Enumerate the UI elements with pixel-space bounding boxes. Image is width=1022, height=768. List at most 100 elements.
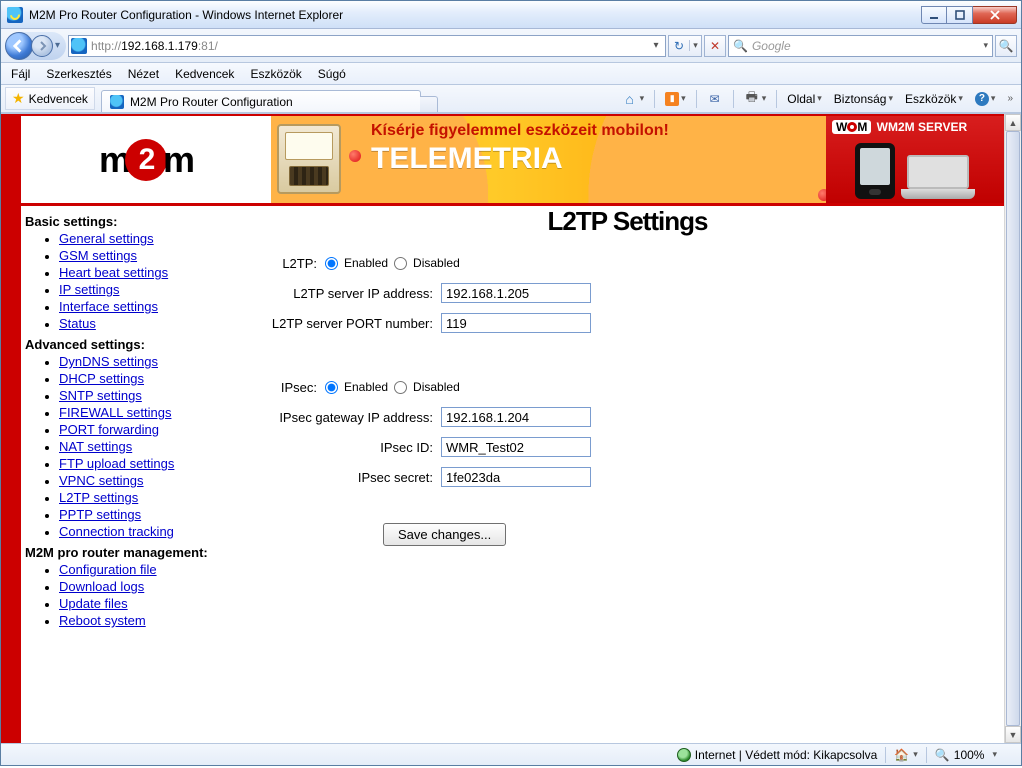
sidebar-link-advanced-0[interactable]: DynDNS settings <box>59 354 158 369</box>
sidebar-link-basic-2[interactable]: Heart beat settings <box>59 265 168 280</box>
menu-file[interactable]: Fájl <box>5 65 36 83</box>
safety-menu-button[interactable]: Biztonság ▾ <box>830 90 897 108</box>
sidebar-item: L2TP settings <box>59 490 267 505</box>
l2tp-server-ip-label: L2TP server IP address: <box>271 286 441 301</box>
help-button[interactable]: ?▾ <box>971 90 1000 108</box>
status-zone-text: Internet | Védett mód: Kikapcsolva <box>695 748 878 762</box>
scroll-down-button[interactable]: ▼ <box>1005 726 1021 743</box>
zoom-icon: 🔍 <box>935 748 950 762</box>
ipsec-enabled-radio[interactable] <box>325 381 338 394</box>
zoom-control[interactable]: 🔍 100% ▾ <box>927 748 1005 762</box>
search-go-button[interactable]: 🔍 <box>995 35 1017 57</box>
l2tp-enabled-label: Enabled <box>344 256 388 270</box>
menu-tools[interactable]: Eszközök <box>244 65 307 83</box>
sidebar-link-basic-3[interactable]: IP settings <box>59 282 119 297</box>
menu-edit[interactable]: Szerkesztés <box>40 65 117 83</box>
tab-title: M2M Pro Router Configuration <box>130 95 293 109</box>
sidebar-heading-mgmt: M2M pro router management: <box>25 545 267 560</box>
sidebar-link-mgmt-3[interactable]: Reboot system <box>59 613 146 628</box>
menu-view[interactable]: Nézet <box>122 65 165 83</box>
protected-mode-button[interactable]: 🏠 ▾ <box>886 748 925 762</box>
l2tp-server-ip-input[interactable] <box>441 283 591 303</box>
stop-button[interactable]: ✕ <box>704 35 726 57</box>
resize-grip[interactable] <box>1005 749 1021 761</box>
address-bar[interactable]: http://192.168.1.179:81/ ▾ <box>68 35 666 57</box>
search-provider-dropdown[interactable]: ▾ <box>983 40 988 51</box>
sidebar-link-advanced-7[interactable]: VPNC settings <box>59 473 144 488</box>
sidebar-item: PPTP settings <box>59 507 267 522</box>
sidebar-link-basic-0[interactable]: General settings <box>59 231 154 246</box>
red-dot-icon <box>818 189 826 201</box>
sidebar-item: Interface settings <box>59 299 267 314</box>
ie-icon <box>7 7 23 23</box>
search-box[interactable]: 🔍 Google ▾ <box>728 35 993 57</box>
sidebar-item: DynDNS settings <box>59 354 267 369</box>
sidebar-link-advanced-3[interactable]: FIREWALL settings <box>59 405 171 420</box>
ipsec-gw-input[interactable] <box>441 407 591 427</box>
ipsec-id-input[interactable] <box>441 437 591 457</box>
l2tp-disabled-radio[interactable] <box>394 257 407 270</box>
l2tp-port-label: L2TP server PORT number: <box>271 316 441 331</box>
sidebar-item: Reboot system <box>59 613 267 628</box>
new-tab-button[interactable] <box>420 96 438 112</box>
browser-tab[interactable]: M2M Pro Router Configuration <box>101 90 421 112</box>
sidebar-link-advanced-8[interactable]: L2TP settings <box>59 490 138 505</box>
rss-icon: ▮ <box>665 92 679 106</box>
sidebar-item: SNTP settings <box>59 388 267 403</box>
sidebar-item: Configuration file <box>59 562 267 577</box>
sidebar-link-advanced-5[interactable]: NAT settings <box>59 439 132 454</box>
save-changes-button[interactable]: Save changes... <box>383 523 506 546</box>
ipsec-secret-input[interactable] <box>441 467 591 487</box>
page-menu-button[interactable]: Oldal ▾ <box>783 90 826 108</box>
l2tp-enabled-radio[interactable] <box>325 257 338 270</box>
sidebar-link-basic-5[interactable]: Status <box>59 316 96 331</box>
sidebar-item: VPNC settings <box>59 473 267 488</box>
sidebar-link-basic-4[interactable]: Interface settings <box>59 299 158 314</box>
sidebar-item: Download logs <box>59 579 267 594</box>
favorites-button[interactable]: ★ Kedvencek <box>5 87 95 110</box>
menu-favorites[interactable]: Kedvencek <box>169 65 240 83</box>
refresh-button[interactable]: ↻ ▾ <box>668 35 702 57</box>
sidebar-item: Update files <box>59 596 267 611</box>
header-banner: m2m Kísérje figyelemmel eszközeit mobilo… <box>21 116 1004 206</box>
sidebar-link-advanced-10[interactable]: Connection tracking <box>59 524 174 539</box>
sidebar-link-advanced-1[interactable]: DHCP settings <box>59 371 144 386</box>
ipsec-disabled-label: Disabled <box>413 380 460 394</box>
tools-menu-button[interactable]: Eszközök ▾ <box>901 90 967 108</box>
ipsec-disabled-radio[interactable] <box>394 381 407 394</box>
window-titlebar: M2M Pro Router Configuration - Windows I… <box>1 1 1021 29</box>
print-button[interactable]: 🖶▾ <box>740 89 771 109</box>
l2tp-port-input[interactable] <box>441 313 591 333</box>
toolbar-overflow-button[interactable]: » <box>1003 91 1017 106</box>
address-dropdown[interactable]: ▾ <box>649 40 663 51</box>
help-icon: ? <box>975 92 989 106</box>
window-close-button[interactable] <box>973 6 1017 24</box>
nav-history-dropdown[interactable]: ▾ <box>55 40 60 51</box>
search-placeholder: Google <box>752 39 984 53</box>
window-title: M2M Pro Router Configuration - Windows I… <box>29 8 921 22</box>
nav-forward-button[interactable] <box>31 35 53 57</box>
window-maximize-button[interactable] <box>947 6 973 24</box>
read-mail-button[interactable]: ✉ <box>703 89 727 109</box>
sidebar-link-advanced-4[interactable]: PORT forwarding <box>59 422 159 437</box>
sidebar-link-mgmt-2[interactable]: Update files <box>59 596 128 611</box>
sidebar-link-advanced-9[interactable]: PPTP settings <box>59 507 141 522</box>
sidebar-link-advanced-6[interactable]: FTP upload settings <box>59 456 174 471</box>
refresh-dropdown[interactable]: ▾ <box>689 40 701 51</box>
window-minimize-button[interactable] <box>921 6 947 24</box>
ipsec-enabled-label: Enabled <box>344 380 388 394</box>
home-button[interactable]: ⌂▾ <box>618 89 649 109</box>
scroll-up-button[interactable]: ▲ <box>1005 114 1021 131</box>
banner-line1: Kísérje figyelemmel eszközeit mobilon! <box>371 122 816 140</box>
sidebar-link-advanced-2[interactable]: SNTP settings <box>59 388 142 403</box>
feeds-button[interactable]: ▮▾ <box>661 90 690 108</box>
menu-help[interactable]: Súgó <box>312 65 352 83</box>
scroll-thumb[interactable] <box>1006 131 1020 726</box>
sidebar-link-mgmt-1[interactable]: Download logs <box>59 579 144 594</box>
sidebar-link-basic-1[interactable]: GSM settings <box>59 248 137 263</box>
nav-back-button[interactable] <box>5 32 33 60</box>
vertical-scrollbar[interactable]: ▲ ▼ <box>1004 114 1021 743</box>
sidebar-heading-advanced: Advanced settings: <box>25 337 267 352</box>
sidebar-link-mgmt-0[interactable]: Configuration file <box>59 562 157 577</box>
sidebar-item: NAT settings <box>59 439 267 454</box>
